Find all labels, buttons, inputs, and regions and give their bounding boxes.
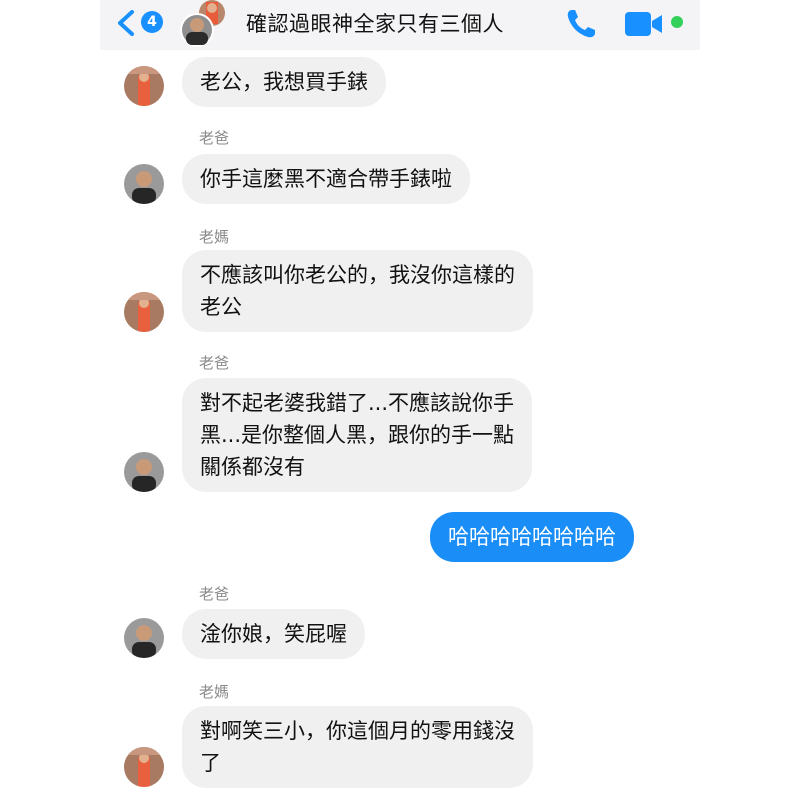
message-text: 你手這麼黑不適合帶手錶啦 (200, 167, 452, 191)
sender-name: 老媽 (199, 228, 230, 246)
sender-name: 老爸 (199, 585, 230, 603)
chevron-left-icon (118, 10, 134, 36)
avatar-dad[interactable] (124, 452, 164, 492)
conversation-title: 確認過眼神全家只有三個人 (246, 12, 504, 36)
sender-name: 老爸 (199, 129, 230, 147)
sender-name: 老媽 (199, 683, 230, 701)
avatar-dad[interactable] (124, 164, 164, 204)
avatar-mom[interactable] (124, 747, 164, 787)
message-text: 對不起老婆我錯了...不應該說你手 (200, 391, 515, 415)
avatar-mom[interactable] (124, 66, 164, 106)
back-button[interactable]: 4 (114, 7, 164, 39)
message-text: 黑...是你整個人黑，跟你的手一點 (200, 423, 515, 447)
message-text: 老公 (200, 295, 242, 319)
outgoing-message-bubble[interactable]: 哈哈哈哈哈哈哈哈 (430, 512, 634, 562)
video-camera-icon (625, 12, 662, 36)
message-text: 老公，我想買手錶 (200, 70, 368, 94)
call-button[interactable] (564, 7, 598, 41)
message-bubble[interactable]: 對啊笑三小，你這個月的零用錢沒 了 (182, 706, 533, 788)
message-text: 了 (200, 751, 221, 775)
unread-badge: 4 (141, 11, 163, 33)
message-text: 不應該叫你老公的，我沒你這樣的 (200, 263, 515, 287)
message-bubble[interactable]: 老公，我想買手錶 (182, 57, 386, 107)
message-text: 關係都沒有 (200, 455, 305, 479)
video-call-button[interactable] (624, 9, 664, 39)
avatar-dad[interactable] (124, 618, 164, 658)
group-avatar[interactable] (176, 0, 228, 48)
message-text: 對啊笑三小，你這個月的零用錢沒 (200, 719, 515, 743)
message-bubble[interactable]: 對不起老婆我錯了...不應該說你手 黑...是你整個人黑，跟你的手一點 關係都沒… (182, 378, 533, 492)
message-bubble[interactable]: 淦你娘，笑屁喔 (182, 609, 365, 659)
avatar-mom[interactable] (124, 292, 164, 332)
message-text: 哈哈哈哈哈哈哈哈 (448, 525, 616, 549)
chat-header: 4 確認過眼神全家只有三個人 (100, 0, 700, 50)
message-text: 淦你娘，笑屁喔 (200, 622, 347, 646)
sender-name: 老爸 (199, 354, 230, 372)
message-bubble[interactable]: 不應該叫你老公的，我沒你這樣的 老公 (182, 250, 533, 332)
online-status-dot (671, 16, 683, 28)
message-bubble[interactable]: 你手這麼黑不適合帶手錶啦 (182, 154, 470, 204)
phone-icon (567, 10, 595, 38)
chat-screen: 4 確認過眼神全家只有三個人 老公，我想買手錶 老爸 你手這麼黑不適合帶手錶啦 … (0, 0, 800, 793)
